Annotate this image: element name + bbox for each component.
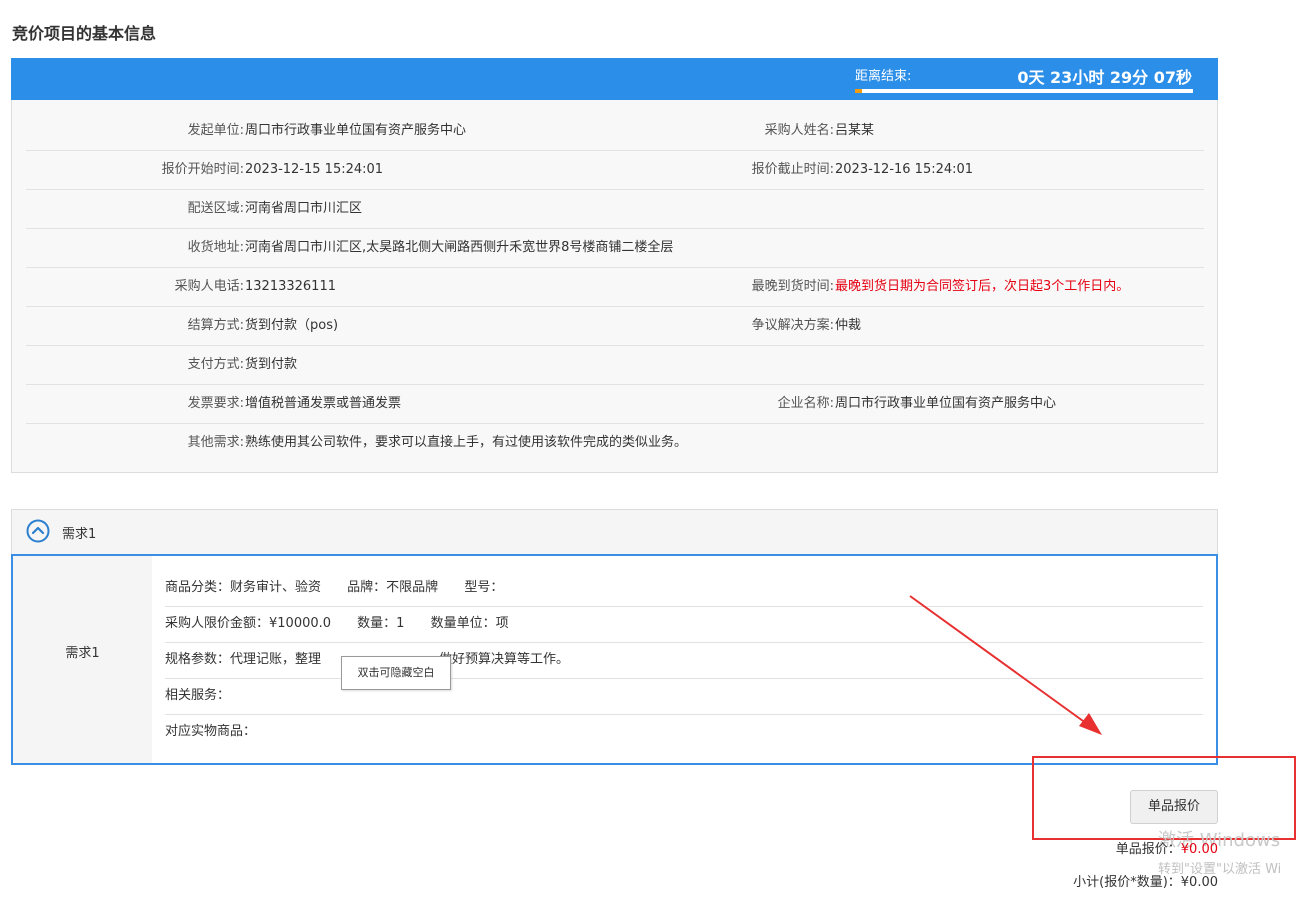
subtotal-row: 小计(报价*数量)：¥0.00: [1073, 871, 1218, 890]
subtotal-value: ¥0.00: [1180, 875, 1218, 890]
subtotal-label: 小计(报价*数量)：: [1073, 875, 1181, 890]
unit-price-value: ¥0.00: [1180, 842, 1218, 857]
unit-price-row: 单品报价：¥0.00: [1116, 838, 1218, 857]
unit-quote-button[interactable]: 单品报价: [1130, 790, 1218, 824]
unit-price-label: 单品报价：: [1115, 842, 1181, 857]
